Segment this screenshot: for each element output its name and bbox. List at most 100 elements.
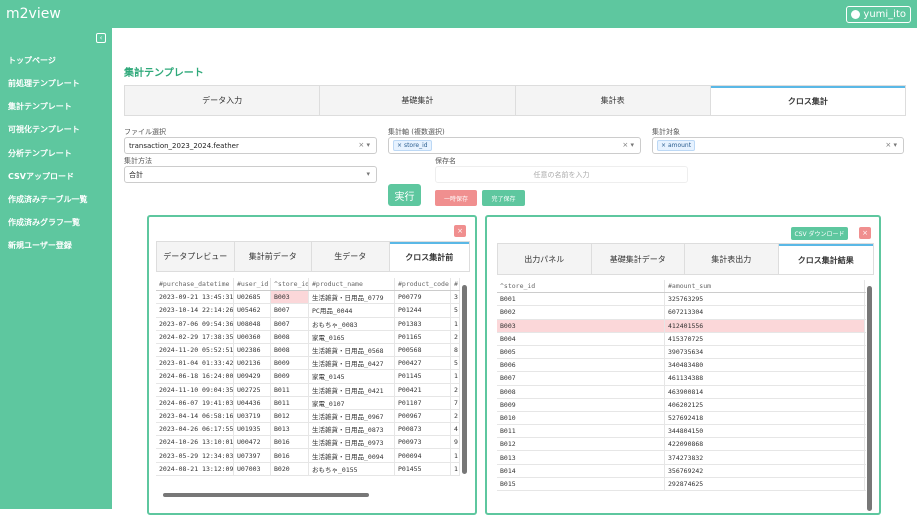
- table-cell[interactable]: 生活雑貨・日用品_0973: [309, 436, 395, 449]
- column-header[interactable]: #user_id: [234, 278, 271, 291]
- table-row[interactable]: 2023-09-21 13:45:31 U02685 B003 生活雑貨・日用品_07…: [156, 291, 460, 305]
- table-row[interactable]: 2024-06-18 16:24:00 U09429 B009 家電_0145 P011…: [156, 370, 460, 384]
- tab-raw-data[interactable]: 生データ: [312, 242, 390, 271]
- table-cell[interactable]: U07003: [234, 462, 271, 475]
- table-cell[interactable]: B007: [271, 304, 309, 317]
- table-cell[interactable]: 2: [451, 383, 460, 396]
- column-header[interactable]: #: [451, 278, 460, 291]
- sidebar-item-graphs[interactable]: 作成済みグラフ一覧: [8, 217, 80, 228]
- tab-basic-aggregate[interactable]: 基礎集計: [320, 86, 516, 115]
- axis-multiselect[interactable]: × store_id × ▾: [388, 137, 641, 154]
- tab-crosstab[interactable]: クロス集計: [710, 86, 905, 115]
- table-cell[interactable]: 9: [451, 436, 460, 449]
- table-cell[interactable]: 1: [451, 462, 460, 475]
- result-vertical-scrollbar[interactable]: [867, 286, 872, 511]
- table-cell[interactable]: B011: [271, 396, 309, 409]
- table-cell[interactable]: 3: [451, 291, 460, 304]
- table-row[interactable]: 2023-04-14 06:58:16 U03719 B012 生活雑貨・日用品_09…: [156, 409, 460, 424]
- table-cell[interactable]: 家電_0107: [309, 396, 395, 409]
- table-cell[interactable]: U00360: [234, 330, 271, 343]
- table-cell[interactable]: B008: [271, 330, 309, 343]
- table-cell[interactable]: おもちゃ_0155: [309, 462, 395, 475]
- table-cell[interactable]: 2023-04-26 06:17:55: [156, 423, 234, 436]
- table-cell[interactable]: B015: [497, 477, 665, 490]
- table-cell[interactable]: B001: [497, 293, 665, 306]
- table-cell[interactable]: U02725: [234, 383, 271, 396]
- table-row[interactable]: 2023-04-26 06:17:55 U01935 B013 生活雑貨・日用品_08…: [156, 423, 460, 437]
- table-cell[interactable]: U07397: [234, 449, 271, 462]
- table-row[interactable]: 2024-08-21 13:12:09 U07003 B020 おもちゃ_0155 P0…: [156, 462, 460, 476]
- table-cell[interactable]: B010: [497, 411, 665, 425]
- method-select[interactable]: 合計 ▾: [124, 166, 377, 183]
- result-data-grid[interactable]: ^store_id #amount_sum B001 325763295 B002 607…: [497, 280, 866, 513]
- csv-download-button[interactable]: CSV ダウンロード: [791, 227, 848, 240]
- axis-tag[interactable]: × store_id: [393, 140, 432, 151]
- table-cell[interactable]: B011: [497, 425, 665, 438]
- table-cell[interactable]: 607213304: [665, 306, 865, 319]
- table-cell[interactable]: 390735634: [665, 345, 865, 359]
- table-cell[interactable]: B008: [497, 385, 665, 398]
- table-cell[interactable]: B016: [271, 436, 309, 449]
- table-cell[interactable]: U01935: [234, 423, 271, 436]
- table-cell[interactable]: 生活雑貨・日用品_0967: [309, 409, 395, 423]
- table-cell[interactable]: B009: [271, 357, 309, 370]
- table-cell[interactable]: P01383: [395, 317, 451, 330]
- table-cell[interactable]: 374273832: [665, 451, 865, 464]
- table-cell[interactable]: U03719: [234, 409, 271, 423]
- table-cell[interactable]: U08048: [234, 317, 271, 330]
- table-cell[interactable]: 415370725: [665, 332, 865, 345]
- table-cell[interactable]: B012: [497, 438, 665, 451]
- table-cell[interactable]: B004: [497, 332, 665, 345]
- table-cell[interactable]: P00421: [395, 383, 451, 396]
- table-row[interactable]: 2024-11-20 05:52:51 U02386 B008 生活雑貨・日用品_05…: [156, 343, 460, 358]
- tab-pre-crosstab[interactable]: クロス集計前: [389, 242, 469, 271]
- table-cell[interactable]: B020: [271, 462, 309, 475]
- table-row[interactable]: 2023-01-04 01:33:42 U02136 B009 生活雑貨・日用品_04…: [156, 357, 460, 371]
- table-cell[interactable]: 生活雑貨・日用品_0873: [309, 423, 395, 436]
- table-cell[interactable]: 2023-04-14 06:58:16: [156, 409, 234, 423]
- table-cell[interactable]: 356769242: [665, 464, 865, 477]
- table-cell[interactable]: U00472: [234, 436, 271, 449]
- tab-output-panel[interactable]: 出力パネル: [498, 244, 592, 274]
- savename-input[interactable]: 任意の名前を入力: [435, 166, 688, 183]
- table-cell[interactable]: 2023-09-21 13:45:31: [156, 291, 234, 304]
- table-cell[interactable]: 2024-06-07 19:41:03: [156, 396, 234, 409]
- table-cell[interactable]: 生活雑貨・日用品_0094: [309, 449, 395, 462]
- close-icon[interactable]: ×: [454, 225, 466, 237]
- table-cell[interactable]: P01107: [395, 396, 451, 409]
- table-row[interactable]: B013 374273832: [497, 451, 866, 465]
- target-tag[interactable]: × amount: [657, 140, 696, 151]
- table-cell[interactable]: 2024-08-21 13:12:09: [156, 462, 234, 475]
- preview-data-grid[interactable]: #purchase_datetime #user_id ^store_id #prod…: [156, 278, 460, 489]
- table-cell[interactable]: B002: [497, 306, 665, 319]
- table-cell[interactable]: B009: [271, 370, 309, 383]
- table-cell[interactable]: 5: [451, 357, 460, 370]
- table-row[interactable]: B009 406202125: [497, 398, 866, 412]
- table-cell[interactable]: 7: [451, 396, 460, 409]
- table-cell[interactable]: 2023-07-06 09:54:36: [156, 317, 234, 330]
- table-row[interactable]: 2023-05-29 12:34:03 U07397 B016 生活雑貨・日用品_00…: [156, 449, 460, 463]
- target-multiselect[interactable]: × amount × ▾: [652, 137, 904, 154]
- table-cell[interactable]: 2023-10-14 22:14:26: [156, 304, 234, 317]
- table-cell[interactable]: 生活雑貨・日用品_0427: [309, 357, 395, 370]
- table-cell[interactable]: U02685: [234, 291, 271, 304]
- sidebar-item-visualize[interactable]: 可視化テンプレート: [8, 124, 80, 135]
- preview-vertical-scrollbar[interactable]: [462, 285, 467, 474]
- table-cell[interactable]: 325763295: [665, 293, 865, 306]
- table-cell[interactable]: 8: [451, 343, 460, 357]
- table-cell[interactable]: 2023-01-04 01:33:42: [156, 357, 234, 370]
- table-row[interactable]: B003 412401556: [497, 319, 866, 333]
- table-cell[interactable]: 2: [451, 330, 460, 343]
- table-cell[interactable]: B013: [271, 423, 309, 436]
- table-cell[interactable]: U02386: [234, 343, 271, 357]
- table-cell[interactable]: B011: [271, 383, 309, 396]
- table-cell[interactable]: 2024-10-26 13:10:01: [156, 436, 234, 449]
- table-cell[interactable]: 1: [451, 449, 460, 462]
- tab-summary-output[interactable]: 集計表出力: [685, 244, 779, 274]
- sidebar-item-aggregate[interactable]: 集計テンプレート: [8, 101, 72, 112]
- column-header[interactable]: #product_code: [395, 278, 451, 291]
- table-cell[interactable]: B009: [497, 398, 665, 411]
- table-cell[interactable]: U05462: [234, 304, 271, 317]
- table-cell[interactable]: 2024-11-20 05:52:51: [156, 343, 234, 357]
- table-cell[interactable]: B003: [497, 319, 665, 332]
